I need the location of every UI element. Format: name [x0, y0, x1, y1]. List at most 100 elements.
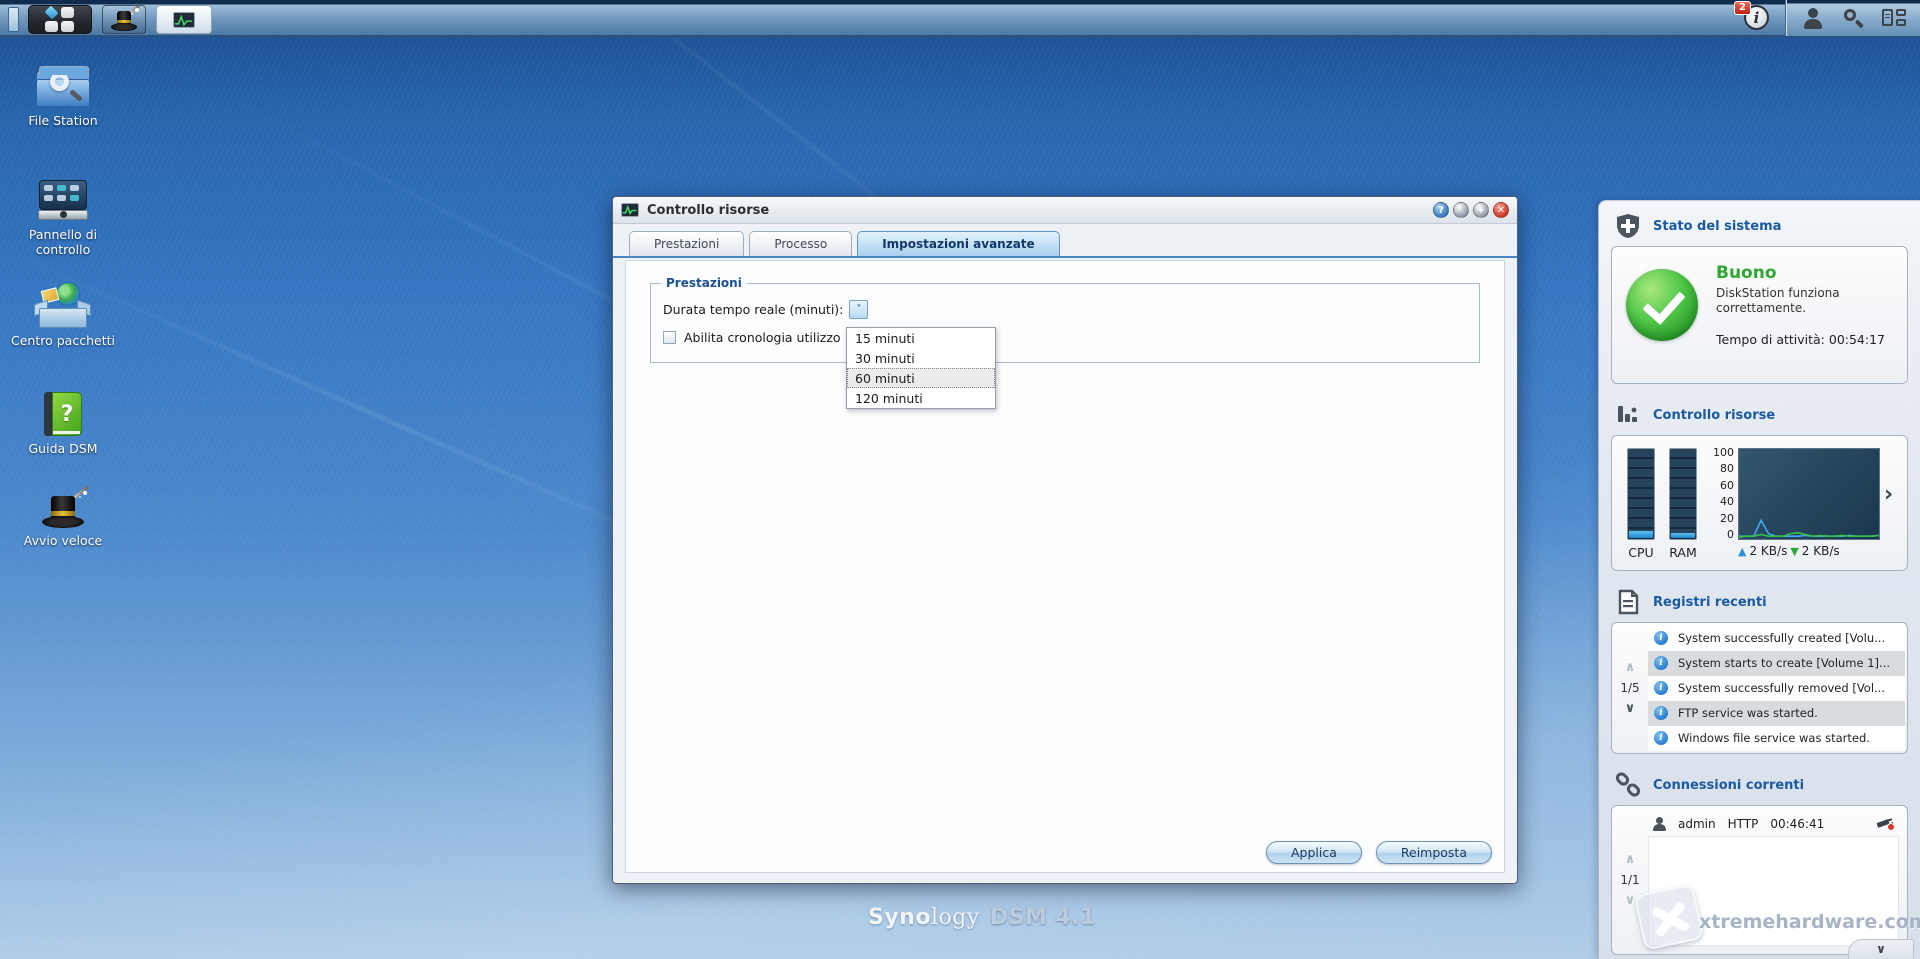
- control-panel-icon: [38, 178, 88, 222]
- dropdown-option-highlighted[interactable]: 60 minuti: [847, 368, 995, 388]
- usage-history-label: Abilita cronologia utilizzo: [684, 330, 841, 345]
- graph-y-axis: 10080 6040 200: [1712, 448, 1738, 540]
- upload-speed: 2 KB/s: [1749, 544, 1787, 558]
- ram-meter: RAM: [1668, 448, 1698, 560]
- apply-button[interactable]: Applica: [1266, 841, 1362, 864]
- log-row[interactable]: iFTP service was started.: [1648, 701, 1905, 726]
- desktop-icon-dsm-help[interactable]: ? Guida DSM: [10, 386, 116, 456]
- connection-time: 00:46:41: [1770, 817, 1824, 831]
- tray-zone: [1785, 0, 1920, 36]
- dropdown-option[interactable]: 15 minuti: [847, 328, 995, 348]
- watermark-text: xtremehardware.com: [1699, 911, 1920, 933]
- magic-hat-icon: [42, 492, 84, 528]
- magic-hat-icon: [111, 9, 137, 31]
- close-button[interactable]: ✕: [1493, 202, 1509, 218]
- connection-user: admin: [1678, 817, 1716, 831]
- system-health-box: Buono DiskStation funziona correttamente…: [1611, 246, 1908, 384]
- main-menu-button[interactable]: [28, 5, 92, 34]
- minimize-button[interactable]: [1453, 202, 1469, 218]
- dropdown-option[interactable]: 30 minuti: [847, 348, 995, 368]
- taskbar-tray: i 2: [1744, 0, 1920, 36]
- duration-combobox[interactable]: ˅: [849, 300, 868, 319]
- network-graph-svg: [1738, 448, 1880, 540]
- open-resource-monitor-arrow[interactable]: ›: [1884, 484, 1893, 506]
- reset-button[interactable]: Reimposta: [1376, 841, 1492, 864]
- window-titlebar[interactable]: Controllo risorse ? + ✕: [613, 197, 1517, 224]
- dropdown-option[interactable]: 120 minuti: [847, 388, 995, 408]
- system-health-header: Stato del sistema: [1599, 201, 1920, 246]
- desktop-icon-file-station[interactable]: File Station: [10, 58, 116, 128]
- sidebar-collapse-tab[interactable]: ∨: [1848, 939, 1914, 959]
- uptime-text: Tempo di attività: 00:54:17: [1716, 332, 1885, 347]
- desktop-icon-label: Avvio veloce: [10, 533, 116, 548]
- widget-title: Registri recenti: [1653, 595, 1767, 610]
- logo-bold: Syno: [868, 905, 931, 930]
- health-description: DiskStation funziona correttamente.: [1716, 286, 1876, 316]
- status-ok-icon: [1626, 269, 1698, 341]
- desktop-icon-package-center[interactable]: Centro pacchetti: [10, 278, 116, 348]
- disconnect-icon[interactable]: [1877, 817, 1895, 831]
- log-row[interactable]: iSystem successfully removed [Vol...: [1648, 676, 1905, 701]
- user-account-icon[interactable]: [1802, 7, 1824, 29]
- duration-label: Durata tempo reale (minuti):: [663, 302, 843, 317]
- resource-monitor-box: CPU RAM 10080 6040 200 ▲ 2 KB/s: [1611, 435, 1908, 571]
- resource-monitor-window: Controllo risorse ? + ✕ Prestazioni Proc…: [612, 196, 1518, 884]
- link-icon: [1615, 772, 1641, 798]
- desktop-icon-label: File Station: [10, 113, 116, 128]
- log-row[interactable]: iSystem starts to create [Volume 1]...: [1648, 651, 1905, 676]
- usage-history-checkbox[interactable]: [663, 331, 676, 344]
- logs-pager: ∧ 1/5 ∨: [1612, 623, 1648, 753]
- main-menu-icon: [45, 7, 75, 33]
- taskbar-quick-start-button[interactable]: [102, 5, 146, 34]
- help-button[interactable]: ?: [1433, 202, 1449, 218]
- tab-prestazioni[interactable]: Prestazioni: [629, 231, 744, 256]
- log-row[interactable]: iSystem successfully created [Volu...: [1648, 626, 1905, 651]
- desktop-icon-control-panel[interactable]: Pannello di controllo: [10, 172, 116, 257]
- pager-down-icon[interactable]: ∨: [1625, 701, 1636, 716]
- pilot-view-icon[interactable]: [1882, 8, 1906, 28]
- widgets-sidebar: Stato del sistema Buono DiskStation funz…: [1598, 200, 1920, 959]
- connection-protocol: HTTP: [1728, 817, 1759, 831]
- tab-strip: Prestazioni Processo Impostazioni avanza…: [613, 224, 1517, 256]
- pager-up-icon[interactable]: ∧: [1625, 660, 1636, 675]
- log-row[interactable]: iWindows file service was started.: [1648, 726, 1905, 751]
- user-icon: [1652, 817, 1666, 831]
- info-icon: i: [1654, 656, 1668, 670]
- show-desktop-button[interactable]: [8, 7, 19, 32]
- pager-count: 1/1: [1620, 873, 1639, 887]
- search-icon[interactable]: [1842, 7, 1864, 29]
- notification-badge: 2: [1734, 1, 1751, 15]
- connections-header: Connessioni correnti: [1599, 760, 1920, 805]
- fieldset-legend: Prestazioni: [661, 276, 747, 290]
- download-arrow-icon: ▼: [1790, 545, 1798, 558]
- window-icon: [621, 203, 639, 217]
- download-speed: 2 KB/s: [1802, 544, 1840, 558]
- notifications-icon[interactable]: i 2: [1744, 5, 1769, 30]
- ram-meter-fill: [1671, 533, 1695, 538]
- tab-impostazioni-avanzate[interactable]: Impostazioni avanzate: [857, 231, 1059, 256]
- cpu-label: CPU: [1628, 545, 1653, 560]
- desktop: i 2 File Station Pannello di: [0, 0, 1920, 959]
- taskbar-resource-monitor-button[interactable]: [156, 5, 212, 34]
- health-status: Buono: [1716, 263, 1885, 283]
- info-icon: i: [1654, 681, 1668, 695]
- duration-dropdown-list: 15 minuti 30 minuti 60 minuti 120 minuti: [846, 327, 996, 409]
- widget-title: Stato del sistema: [1653, 219, 1781, 234]
- package-center-icon: [36, 282, 90, 328]
- pager-down-icon[interactable]: ∨: [1625, 893, 1636, 908]
- file-station-icon: [36, 64, 90, 108]
- connection-row[interactable]: admin HTTP 00:46:41: [1648, 812, 1899, 836]
- action-buttons: Applica Reimposta: [1266, 841, 1492, 864]
- widget-title: Connessioni correnti: [1653, 778, 1804, 793]
- tab-processo[interactable]: Processo: [749, 231, 852, 256]
- desktop-icon-label: Pannello di controllo: [10, 227, 116, 257]
- desktop-icon-quick-start[interactable]: Avvio veloce: [10, 478, 116, 548]
- prestazioni-fieldset: Prestazioni Durata tempo reale (minuti):…: [650, 283, 1480, 363]
- taskbar: i 2: [0, 0, 1920, 37]
- dsm-version: DSM 4.1: [990, 905, 1096, 930]
- pager-up-icon[interactable]: ∧: [1625, 852, 1636, 867]
- info-icon: i: [1654, 706, 1668, 720]
- bar-chart-icon: [1615, 402, 1641, 428]
- upload-arrow-icon: ▲: [1738, 545, 1746, 558]
- maximize-button[interactable]: +: [1473, 202, 1489, 218]
